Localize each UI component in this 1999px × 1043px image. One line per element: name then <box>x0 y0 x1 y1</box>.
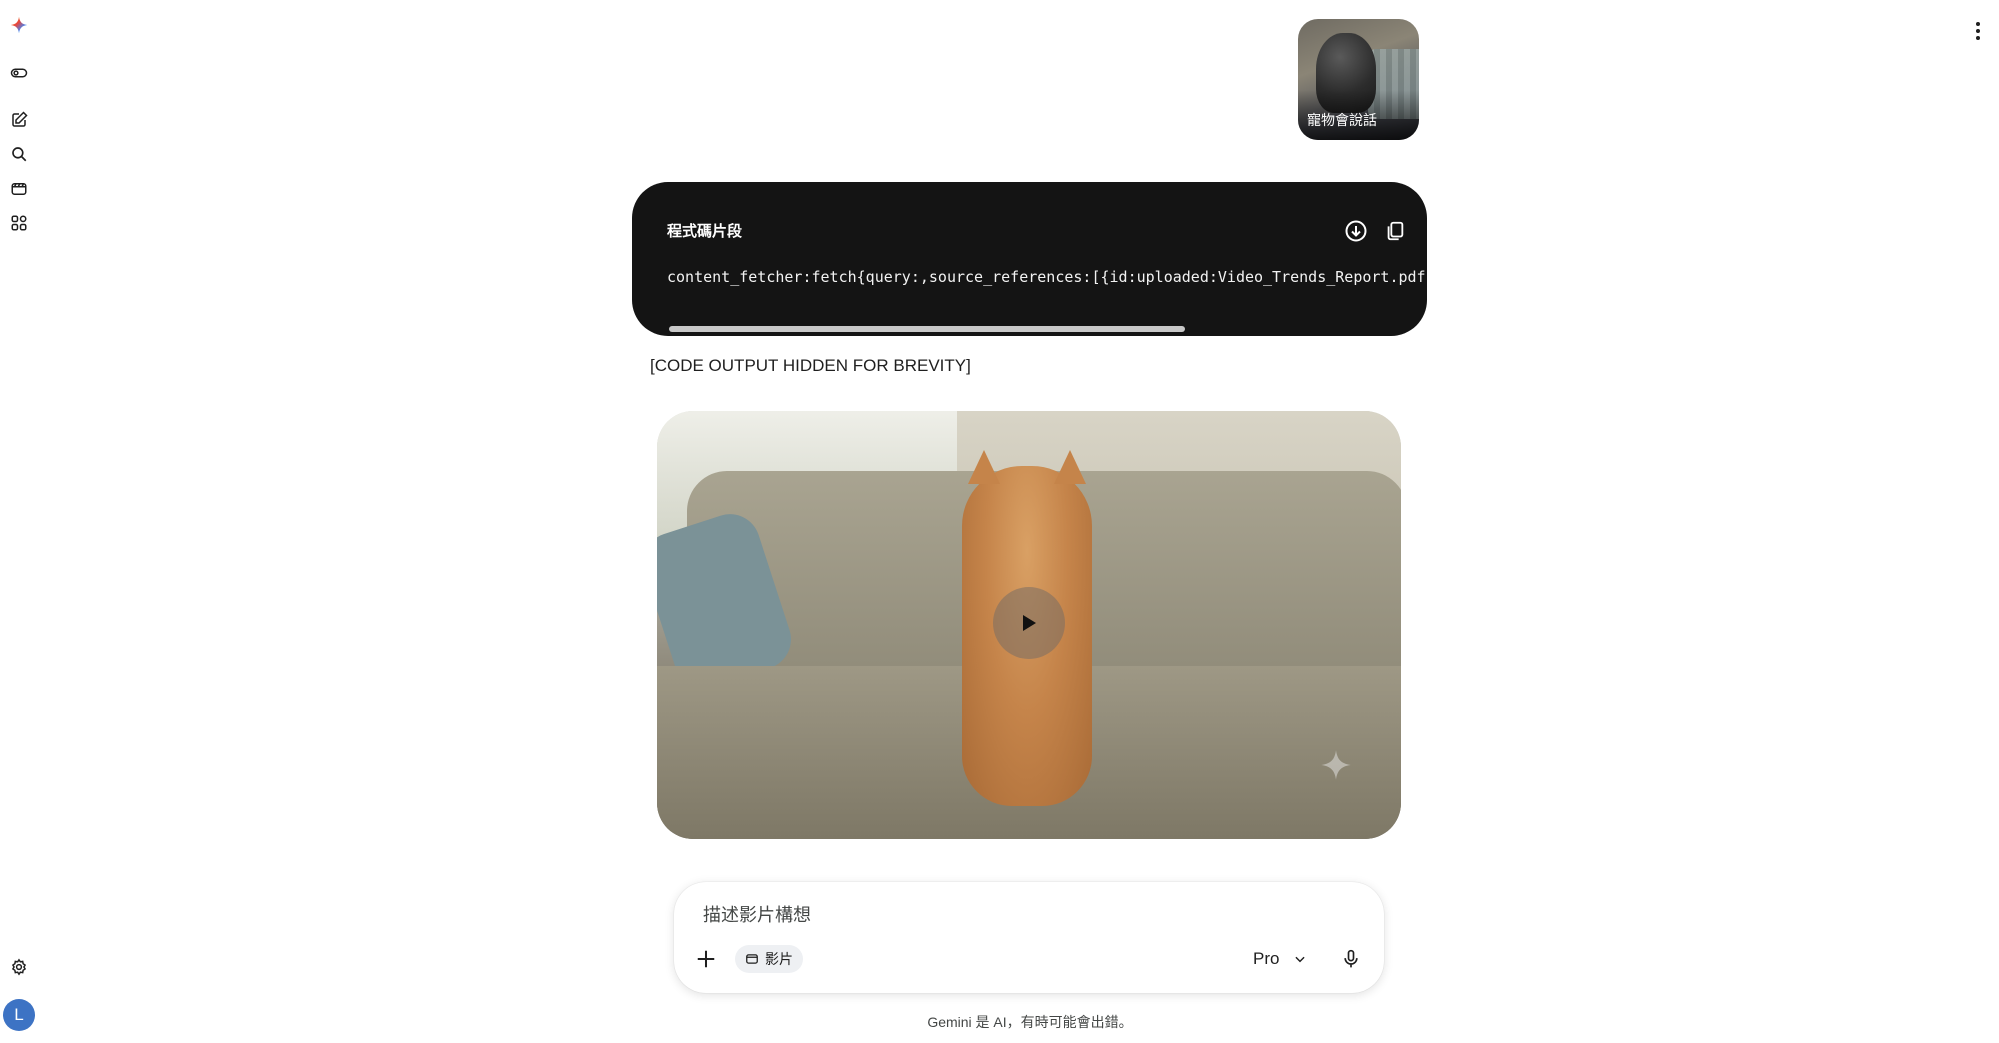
search-icon[interactable] <box>8 143 30 165</box>
more-vert-icon[interactable] <box>1968 18 1988 44</box>
cat-ear-right <box>1054 450 1086 484</box>
video-icon[interactable] <box>8 178 30 200</box>
code-scrollbar-thumb[interactable] <box>669 326 1186 332</box>
prompt-input[interactable] <box>701 904 1341 927</box>
copy-icon[interactable] <box>1381 217 1409 245</box>
code-line: content_fetcher:fetch{query:,source_refe… <box>667 268 1426 286</box>
download-icon[interactable] <box>1342 217 1370 245</box>
code-snippet-block: 程式碼片段 content_fetcher:fetch{query:,sourc… <box>632 182 1427 336</box>
gear-icon[interactable] <box>8 956 30 978</box>
plus-icon[interactable] <box>691 944 721 974</box>
video-mode-chip[interactable]: 影片 <box>735 945 803 973</box>
disclaimer-footer: Gemini 是 AI，有時可能會出錯。 <box>927 1014 1133 1030</box>
code-scrollbar[interactable] <box>669 326 1417 332</box>
video-chip-label: 影片 <box>765 951 793 967</box>
model-selector[interactable]: Pro <box>1253 944 1307 974</box>
edit-icon[interactable] <box>8 109 30 131</box>
gemini-logo-icon[interactable] <box>8 14 30 36</box>
uploaded-image-thumbnail[interactable]: 寵物會說話 <box>1298 19 1419 140</box>
play-icon[interactable] <box>993 587 1065 659</box>
left-rail: L <box>0 0 40 1043</box>
hidden-output-note: [CODE OUTPUT HIDDEN FOR BREVITY] <box>650 356 971 375</box>
thumbnail-caption: 寵物會說話 <box>1307 112 1377 128</box>
model-label: Pro <box>1253 949 1280 968</box>
spark-icon <box>1320 749 1352 781</box>
chevron-down-icon <box>1295 956 1306 963</box>
apps-icon[interactable] <box>8 212 30 234</box>
code-block-title: 程式碼片段 <box>667 223 743 240</box>
mic-icon[interactable] <box>1336 944 1366 974</box>
cat-ear-left <box>968 450 1000 484</box>
generated-video-player[interactable] <box>657 411 1401 839</box>
prompt-composer: 影片 Pro <box>674 882 1384 993</box>
video-chip-icon <box>746 954 758 964</box>
toggle-icon[interactable] <box>8 62 30 84</box>
